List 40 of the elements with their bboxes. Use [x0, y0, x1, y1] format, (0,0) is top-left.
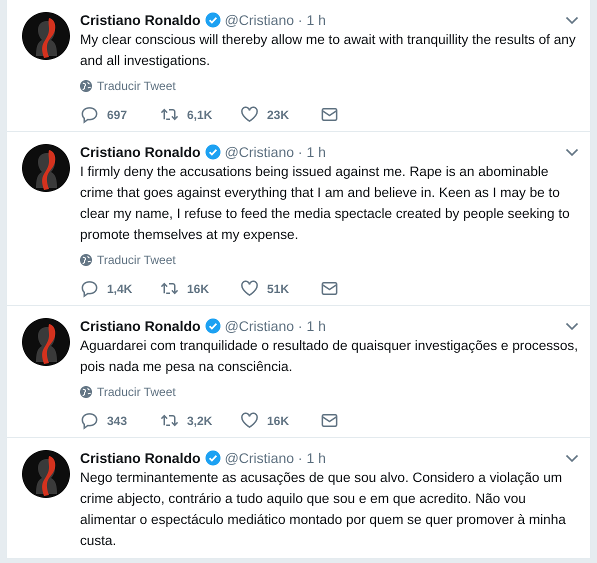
action-count: 343 — [107, 414, 128, 428]
reply-icon[interactable] — [80, 411, 99, 430]
avatar[interactable] — [22, 450, 70, 498]
user-name[interactable]: Cristiano Ronaldo — [80, 318, 201, 334]
avatar[interactable] — [22, 12, 70, 60]
heart-icon[interactable] — [240, 411, 259, 430]
envelope-icon[interactable] — [320, 279, 339, 298]
globe-icon — [80, 386, 92, 398]
action-count: 697 — [107, 108, 128, 122]
action-count: 16K — [187, 282, 210, 296]
handle-and-time[interactable]: @Cristiano · 1 h — [224, 144, 326, 160]
translate-link[interactable]: Traducir Tweet — [97, 79, 176, 93]
action-count: 6,1K — [187, 108, 212, 122]
heart-icon[interactable] — [240, 279, 259, 298]
envelope-icon[interactable] — [320, 105, 339, 124]
user-name[interactable]: Cristiano Ronaldo — [80, 450, 201, 466]
action-count: 16K — [267, 414, 290, 428]
tweet-text: I firmly deny the accusations being issued against me. Rape is an abominable crime that goes against everything that I am and believe in. Keen as I may be to clear my name, I refuse to feed the media spectacle created by people seeking to promote themselves at my expense. — [80, 163, 571, 244]
avatar[interactable] — [22, 144, 70, 192]
handle-and-time[interactable]: @Cristiano · 1 h — [224, 12, 326, 28]
heart-icon[interactable] — [240, 105, 259, 124]
tweet-text: Nego terminantemente as acusações de que sou alvo. Considero a violação um crime abjecto, contrário a tudo aquilo que sou e em que acredito. Não vou alimentar o espectáculo mediático montado por quem se quer promover à minha custa. — [80, 469, 567, 550]
handle-and-time[interactable]: @Cristiano · 1 h — [224, 450, 326, 466]
handle-and-time[interactable]: @Cristiano · 1 h — [224, 318, 326, 334]
user-name[interactable]: Cristiano Ronaldo — [80, 144, 201, 160]
user-name[interactable]: Cristiano Ronaldo — [80, 12, 201, 28]
envelope-icon[interactable] — [320, 411, 339, 430]
action-count: 1,4K — [107, 282, 132, 296]
action-count: 23K — [267, 108, 290, 122]
globe-icon — [80, 254, 92, 266]
translate-link[interactable]: Traducir Tweet — [97, 253, 176, 267]
action-count: 3,2K — [187, 414, 212, 428]
avatar[interactable] — [22, 318, 70, 366]
reply-icon[interactable] — [80, 279, 99, 298]
translate-link[interactable]: Traducir Tweet — [97, 385, 176, 399]
tweet-text: My clear conscious will thereby allow me to await with tranquillity the results of any and all investigations. — [80, 31, 577, 70]
reply-icon[interactable] — [80, 105, 99, 124]
tweet-text: Aguardarei com tranquilidade o resultado de quaisquer investigações e processos, pois nada me pesa na consciência. — [80, 337, 579, 376]
globe-icon — [80, 80, 92, 92]
action-count: 51K — [267, 282, 290, 296]
